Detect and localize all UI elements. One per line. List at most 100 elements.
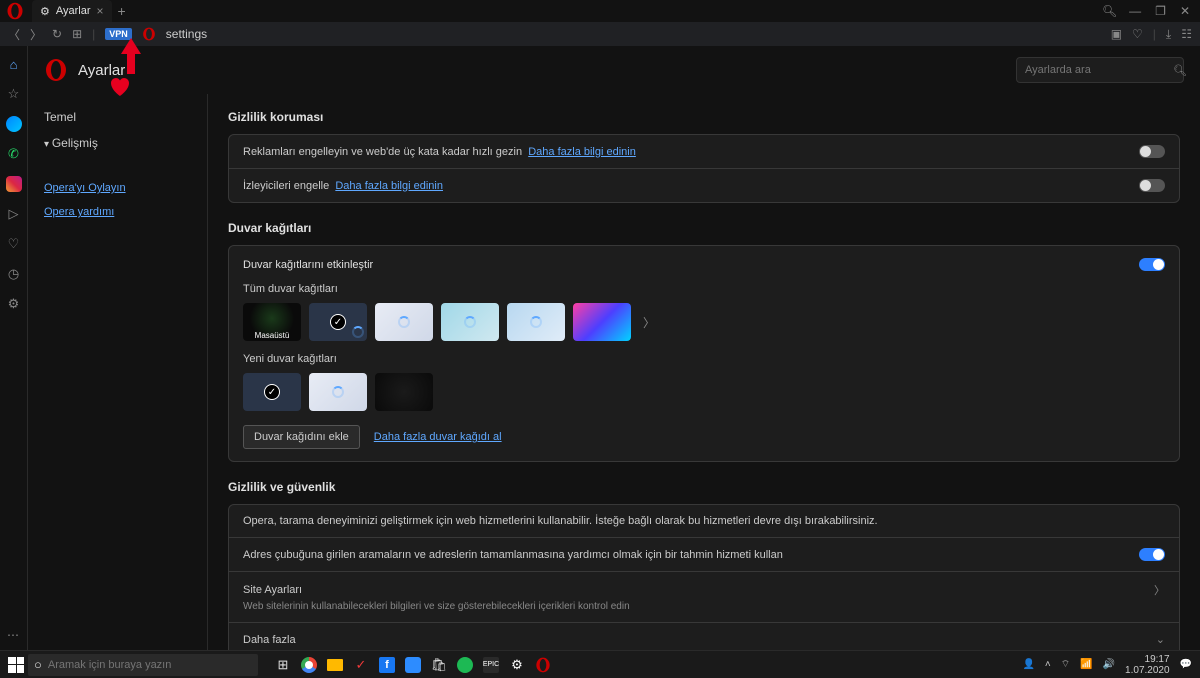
address-text[interactable]: settings: [166, 27, 1101, 41]
reload-icon[interactable]: ↻: [52, 27, 62, 41]
sidebar-item-basic[interactable]: Temel: [44, 104, 191, 130]
volume-icon[interactable]: 🔊: [1103, 659, 1115, 670]
favorites-icon[interactable]: ☆: [6, 86, 22, 102]
bluetooth-icon[interactable]: ⌔: [1061, 658, 1070, 671]
heart-icon[interactable]: ♡: [1132, 27, 1143, 42]
wallpaper-next-icon[interactable]: 〉: [639, 314, 659, 331]
prediction-toggle[interactable]: [1139, 548, 1165, 561]
back-icon[interactable]: 〈: [8, 26, 20, 43]
settings-content: Gizlilik koruması Reklamları engelleyin …: [208, 94, 1200, 650]
more-icon[interactable]: ⋯: [7, 628, 19, 642]
wallpaper-new-2[interactable]: [309, 373, 367, 411]
add-wallpaper-button[interactable]: Duvar kağıdını ekle: [243, 425, 360, 449]
wallpaper-neon[interactable]: [573, 303, 631, 341]
privacy-security-heading: Gizlilik ve güvenlik: [228, 480, 1180, 494]
windows-taskbar: ○ ⊞ ✓ f 🛍 EPIC ⚙ 👤 ˄ ⌔ 📶 🔊 19:17 1.07.20…: [0, 650, 1200, 678]
wallpaper-enable-label: Duvar kağıtlarını etkinleştir: [243, 259, 1139, 271]
wallpapers-block: Duvar kağıtlarını etkinleştir Tüm duvar …: [228, 245, 1180, 462]
trackers-label: İzleyicileri engelle: [243, 180, 329, 192]
sidebar-link-help[interactable]: Opera yardımı: [44, 200, 191, 224]
more-row[interactable]: Daha fazla ⌄: [229, 622, 1179, 650]
heart-sidebar-icon[interactable]: ♡: [6, 236, 22, 252]
address-bar: 〈 〉 ↻ ⊞ | VPN settings ▣ ♡ | ⤓ ☷: [0, 22, 1200, 46]
new-tab-button[interactable]: +: [118, 3, 126, 19]
trackers-learn-more-link[interactable]: Daha fazla bilgi edinin: [335, 180, 443, 192]
settings-gear-icon[interactable]: ⚙: [6, 296, 22, 312]
flow-icon[interactable]: ▷: [6, 206, 22, 222]
wallpaper-light1[interactable]: [375, 303, 433, 341]
titlebar: ⚙ Ayarlar × + 🔍︎ ― ❐ ✕: [0, 0, 1200, 22]
more-label: Daha fazla: [243, 634, 1150, 646]
site-opera-icon: [142, 27, 156, 41]
browser-sidebar: ⌂ ☆ ✆ ▷ ♡ ◷ ⚙ ⋯: [0, 46, 28, 650]
zoom-icon[interactable]: [405, 657, 421, 673]
wallpaper-new-1[interactable]: ✓: [243, 373, 301, 411]
new-wallpapers-label: Yeni duvar kağıtları: [243, 353, 1165, 365]
epic-icon[interactable]: EPIC: [483, 657, 499, 673]
maximize-icon[interactable]: ❐: [1155, 4, 1166, 18]
snapshot-icon[interactable]: ▣: [1111, 27, 1122, 42]
site-settings-heading: Site Ayarları: [243, 584, 1154, 596]
close-tab-icon[interactable]: ×: [97, 4, 104, 18]
tray-expand-icon[interactable]: ˄: [1045, 659, 1051, 670]
search-input[interactable]: [1025, 64, 1167, 76]
spotify-icon[interactable]: [457, 657, 473, 673]
speed-dial-icon[interactable]: ⊞: [72, 27, 82, 41]
home-icon[interactable]: ⌂: [6, 56, 22, 72]
chevron-right-icon: 〉: [1154, 582, 1165, 598]
wallpaper-sky[interactable]: [507, 303, 565, 341]
explorer-icon[interactable]: [327, 659, 343, 671]
get-more-wallpapers-link[interactable]: Daha fazla duvar kağıdı al: [374, 431, 502, 443]
annotation-heart-icon: [108, 75, 132, 100]
chrome-icon[interactable]: [301, 657, 317, 673]
settings-search[interactable]: 🔍︎: [1016, 57, 1184, 83]
wallpaper-dark[interactable]: ✓: [309, 303, 367, 341]
easy-setup-icon[interactable]: ☷: [1181, 27, 1192, 42]
whatsapp-icon[interactable]: ✆: [6, 146, 22, 162]
clock-time: 19:17: [1125, 654, 1170, 665]
sidebar-link-rate[interactable]: Opera'yı Oylayın: [44, 176, 191, 200]
vivaldi-icon[interactable]: ✓: [350, 654, 372, 676]
facebook-icon[interactable]: f: [379, 657, 395, 673]
check-icon: ✓: [264, 384, 280, 400]
tab-title: Ayarlar: [56, 5, 91, 17]
steam-icon[interactable]: ⚙: [506, 654, 528, 676]
wallpaper-desktop[interactable]: Masaüstü: [243, 303, 301, 341]
all-wallpapers-label: Tüm duvar kağıtları: [243, 283, 1165, 295]
messenger-icon[interactable]: [6, 116, 22, 132]
titlebar-search-icon[interactable]: 🔍︎: [1102, 4, 1117, 18]
download-icon[interactable]: ⤓: [1166, 27, 1171, 42]
history-icon[interactable]: ◷: [6, 266, 22, 282]
opera-logo-large-icon: [44, 58, 68, 82]
wifi-icon[interactable]: 📶: [1080, 659, 1092, 670]
minimize-icon[interactable]: ―: [1129, 4, 1141, 18]
instagram-icon[interactable]: [6, 176, 22, 192]
adblock-toggle[interactable]: [1139, 145, 1165, 158]
sidebar-item-advanced[interactable]: Gelişmiş: [44, 130, 191, 156]
chevron-down-icon: ⌄: [1156, 633, 1165, 646]
wallpaper-toggle[interactable]: [1139, 258, 1165, 271]
wallpaper-new-3[interactable]: [375, 373, 433, 411]
taskbar-search-input[interactable]: [48, 659, 252, 671]
adblock-learn-more-link[interactable]: Daha fazla bilgi edinin: [528, 146, 636, 158]
clock[interactable]: 19:17 1.07.2020: [1125, 654, 1170, 676]
cortana-icon: ○: [34, 657, 42, 672]
trackers-toggle[interactable]: [1139, 179, 1165, 192]
site-settings-row[interactable]: Site Ayarları〉 Web sitelerinin kullanabi…: [229, 571, 1179, 622]
opera-taskbar-icon[interactable]: [532, 654, 554, 676]
opera-logo-icon[interactable]: [6, 2, 24, 20]
wallpaper-light2[interactable]: [441, 303, 499, 341]
store-icon[interactable]: 🛍: [428, 654, 450, 676]
start-menu-icon[interactable]: [8, 657, 24, 673]
task-view-icon[interactable]: ⊞: [272, 654, 294, 676]
taskbar-search[interactable]: ○: [28, 654, 258, 676]
annotation-arrow-icon: [121, 38, 141, 74]
browser-tab[interactable]: ⚙ Ayarlar ×: [32, 0, 112, 22]
people-icon[interactable]: 👤: [1022, 659, 1034, 670]
check-icon: ✓: [330, 314, 346, 330]
notifications-icon[interactable]: 💬: [1180, 659, 1192, 670]
site-settings-sub: Web sitelerinin kullanabilecekleri bilgi…: [243, 601, 630, 612]
search-icon: 🔍︎: [1173, 64, 1187, 77]
forward-icon[interactable]: 〉: [30, 26, 42, 43]
close-window-icon[interactable]: ✕: [1180, 4, 1190, 18]
